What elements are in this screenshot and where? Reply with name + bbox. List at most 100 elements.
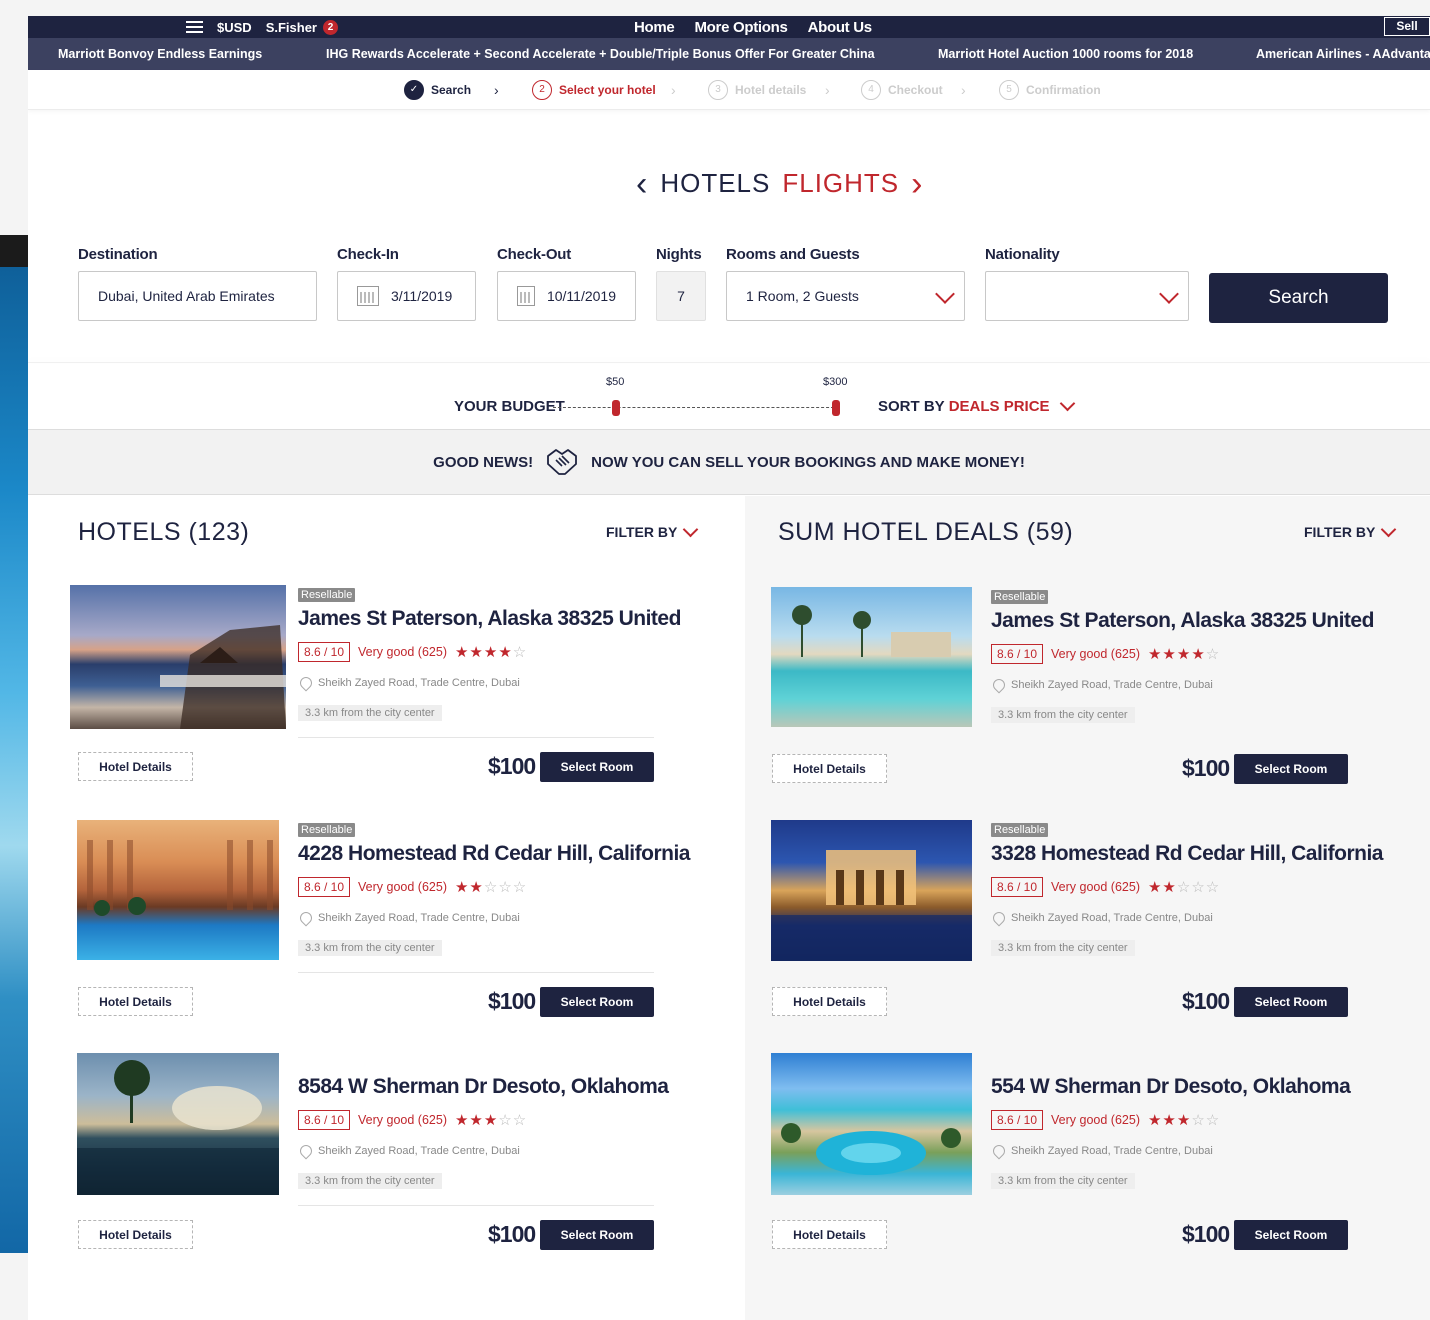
hotel-name[interactable]: 3328 Homestead Rd Cedar Hill, California [991, 842, 1383, 866]
step-checkout[interactable]: 4 Checkout [861, 80, 943, 100]
hotel-details-button[interactable]: Hotel Details [78, 987, 193, 1016]
star-icon: ★★★☆☆ [1147, 1112, 1221, 1129]
score-badge: 8.6 / 10 [298, 877, 351, 897]
user-name[interactable]: S.Fisher [266, 20, 317, 35]
chevron-right-icon[interactable]: › [911, 167, 923, 201]
hotel-name[interactable]: 4228 Homestead Rd Cedar Hill, California [298, 842, 690, 866]
booking-progress-steps: ✓ Search › 2 Select your hotel › 3 Hotel… [28, 70, 1430, 110]
hotel-rating: 8.6 / 10 Very good (625) ★★☆☆☆ [298, 877, 527, 897]
promo-item[interactable]: American Airlines - AAdvantage [1256, 47, 1430, 61]
menu-icon[interactable] [186, 21, 203, 33]
hotel-details-button[interactable]: Hotel Details [78, 752, 193, 781]
hotel-photo[interactable] [77, 820, 279, 960]
chevron-right-icon: › [961, 82, 966, 98]
nationality-field-group: Nationality [985, 246, 1189, 321]
hotel-name[interactable]: James St Paterson, Alaska 38325 United [991, 609, 1374, 633]
hotel-details-button[interactable]: Hotel Details [772, 1220, 887, 1249]
hotel-photo[interactable] [771, 820, 972, 961]
deals-column: SUM HOTEL DEALS (59) FILTER BY Resellabl… [745, 496, 1430, 1320]
nights-label: Nights [656, 246, 702, 263]
star-icon: ★★☆☆☆ [1147, 879, 1221, 896]
step-search[interactable]: ✓ Search [404, 80, 471, 100]
select-room-button[interactable]: Select Room [1234, 1220, 1348, 1250]
star-icon: ★★★★☆ [1147, 646, 1221, 663]
checkin-input[interactable]: 3/11/2019 [337, 271, 476, 321]
select-room-button[interactable]: Select Room [1234, 754, 1348, 784]
score-badge: 8.6 / 10 [991, 1110, 1044, 1130]
hotels-heading: HOTELS (123) [78, 518, 250, 546]
review-summary: Very good (625) [358, 645, 447, 659]
destination-input[interactable]: Dubai, United Arab Emirates [78, 271, 317, 321]
tab-hotels[interactable]: HOTELS [660, 168, 770, 199]
checkout-label: Check-Out [497, 246, 572, 263]
sell-button[interactable]: Sell [1384, 17, 1430, 36]
deals-heading: SUM HOTEL DEALS (59) [778, 518, 1074, 546]
chevron-left-icon[interactable]: ‹ [636, 167, 648, 201]
hotel-price: $100 [1182, 755, 1230, 781]
promo-item[interactable]: Marriott Hotel Auction 1000 rooms for 20… [938, 47, 1193, 61]
checkout-field-group: Check-Out 10/11/2019 [497, 246, 636, 321]
hotels-filter-button[interactable]: FILTER BY [606, 521, 699, 540]
review-summary: Very good (625) [1051, 1113, 1140, 1127]
budget-slider-track[interactable] [553, 407, 839, 409]
score-badge: 8.6 / 10 [298, 1110, 351, 1130]
hotel-details-button[interactable]: Hotel Details [772, 987, 887, 1016]
good-news-banner: GOOD NEWS! NOW YOU CAN SELL YOUR BOOKING… [28, 429, 1430, 495]
search-button[interactable]: Search [1209, 273, 1388, 323]
chevron-down-icon [1381, 521, 1397, 537]
nav-more-options-link[interactable]: More Options [694, 19, 787, 36]
deals-filter-button[interactable]: FILTER BY [1304, 521, 1397, 540]
currency-selector[interactable]: $USD [217, 20, 252, 35]
hotel-name[interactable]: 8584 W Sherman Dr Desoto, Oklahoma [298, 1075, 669, 1099]
checkout-input[interactable]: 10/11/2019 [497, 271, 636, 321]
notification-badge[interactable]: 2 [322, 19, 338, 35]
budget-min-handle[interactable] [612, 400, 620, 416]
nav-about-us-link[interactable]: About Us [808, 19, 873, 36]
deal-card: Resellable 3328 Homestead Rd Cedar Hill,… [771, 820, 1383, 1030]
news-text: NOW YOU CAN SELL YOUR BOOKINGS AND MAKE … [591, 453, 1025, 471]
tab-flights[interactable]: FLIGHTS [782, 168, 899, 199]
divider [28, 362, 1430, 363]
budget-min-value: $50 [606, 376, 625, 388]
hotel-details-button[interactable]: Hotel Details [78, 1220, 193, 1249]
hotel-rating: 8.6 / 10 Very good (625) ★★☆☆☆ [991, 877, 1220, 897]
select-room-button[interactable]: Select Room [540, 1220, 654, 1250]
select-room-button[interactable]: Select Room [540, 752, 654, 782]
score-badge: 8.6 / 10 [298, 642, 351, 662]
hotel-address: Sheikh Zayed Road, Trade Centre, Dubai [990, 909, 1213, 927]
budget-max-handle[interactable] [832, 400, 840, 416]
hotel-card: 8584 W Sherman Dr Desoto, Oklahoma 8.6 /… [70, 1053, 669, 1263]
promo-item[interactable]: IHG Rewards Accelerate + Second Accelera… [326, 47, 875, 61]
rooms-field-group: Rooms and Guests 1 Room, 2 Guests [726, 246, 965, 321]
map-pin-icon [297, 909, 315, 927]
promo-item[interactable]: Marriott Bonvoy Endless Earnings [58, 47, 262, 61]
nav-home-link[interactable]: Home [634, 19, 675, 36]
step-hotel-details[interactable]: 3 Hotel details [708, 80, 806, 100]
hotel-photo[interactable] [77, 1053, 279, 1195]
rooms-guests-select[interactable]: 1 Room, 2 Guests [726, 271, 965, 321]
distance-tag: 3.3 km from the city center [298, 940, 442, 956]
budget-label: YOUR BUDGET [454, 398, 565, 415]
check-icon: ✓ [404, 80, 424, 100]
select-room-button[interactable]: Select Room [1234, 987, 1348, 1017]
sort-by-control[interactable]: SORT BY DEALS PRICE [878, 395, 1075, 415]
map-pin-icon [990, 676, 1008, 694]
nights-value: 7 [656, 271, 706, 321]
hotel-photo[interactable] [771, 587, 972, 727]
hotel-details-button[interactable]: Hotel Details [772, 754, 887, 783]
step-confirmation[interactable]: 5 Confirmation [999, 80, 1101, 100]
step-select-hotel[interactable]: 2 Select your hotel [532, 80, 656, 100]
score-badge: 8.6 / 10 [991, 644, 1044, 664]
hotel-photo[interactable] [70, 585, 286, 729]
deal-card: 554 W Sherman Dr Desoto, Oklahoma 8.6 / … [771, 1053, 1356, 1263]
select-room-button[interactable]: Select Room [540, 987, 654, 1017]
map-pin-icon [990, 909, 1008, 927]
news-lead: GOOD NEWS! [433, 453, 534, 471]
hotel-name[interactable]: James St Paterson, Alaska 38325 United [298, 607, 681, 631]
calendar-icon [357, 286, 379, 306]
hotel-photo[interactable] [771, 1053, 972, 1195]
nationality-select[interactable] [985, 271, 1189, 321]
hotels-flights-switcher: ‹ HOTELS FLIGHTS › [636, 167, 923, 201]
hotel-name[interactable]: 554 W Sherman Dr Desoto, Oklahoma [991, 1075, 1351, 1099]
distance-tag: 3.3 km from the city center [298, 1173, 442, 1189]
